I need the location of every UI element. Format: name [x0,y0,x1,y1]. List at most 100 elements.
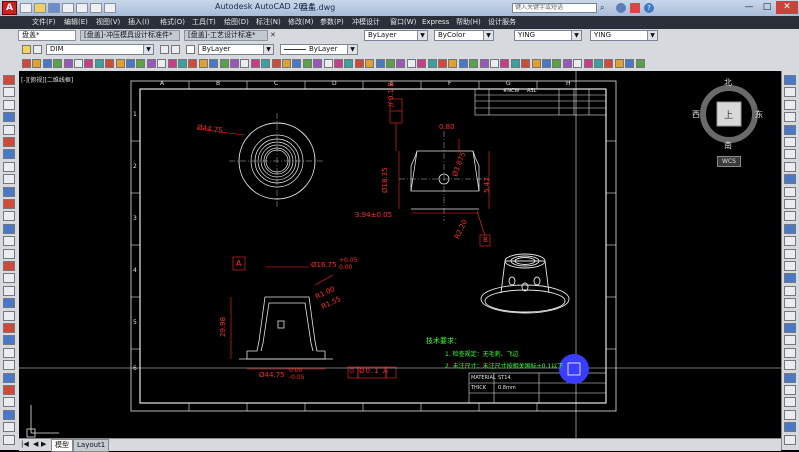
search-input[interactable]: 键入关键字或短语 [512,3,597,13]
draw-tool-icon[interactable] [3,186,15,197]
draw-tool-icon[interactable] [3,409,15,420]
tool-button-icon[interactable] [396,59,406,68]
make-current-icon[interactable] [160,45,169,54]
minimize-button[interactable]: — [740,1,758,14]
draw-tool-icon[interactable] [3,75,15,85]
menu-modify[interactable]: 修改(M) [288,17,314,28]
tool-button-icon[interactable] [573,59,583,68]
tool-button-icon[interactable] [365,59,375,68]
layer-previous-icon[interactable] [171,45,180,54]
tab-model[interactable]: 模型 [51,439,73,452]
modify-tool-icon[interactable] [784,397,796,408]
tool-button-icon[interactable] [500,59,510,68]
menu-format[interactable]: 格式(O) [160,17,185,28]
tool-button-icon[interactable] [375,59,385,68]
linetype-combo[interactable]: ByLayer ▼ [280,44,358,55]
app-logo-icon[interactable]: A [2,1,17,15]
textstyle-combo-1[interactable]: YING ▼ [514,30,582,41]
tab-close-icon[interactable]: ✕ [270,31,276,39]
tool-button-icon[interactable] [282,59,291,68]
draw-tool-icon[interactable] [3,137,15,147]
draw-tool-icon[interactable] [3,211,15,222]
modify-tool-icon[interactable] [784,112,796,123]
wcs-menu[interactable]: WCS [717,156,741,167]
draw-tool-icon[interactable] [3,161,15,172]
tool-button-icon[interactable] [635,59,645,68]
modify-tool-icon[interactable] [784,99,796,110]
draw-tool-icon[interactable] [3,174,15,185]
draw-tool-icon[interactable] [3,149,15,160]
modify-tool-icon[interactable] [784,248,796,259]
tool-button-icon[interactable] [542,59,551,68]
maximize-button[interactable]: □ [758,1,776,14]
search-icon[interactable]: ⌕ [600,3,610,13]
tool-button-icon[interactable] [344,59,354,68]
layer-state-icon[interactable] [33,45,42,54]
tool-button-icon[interactable] [292,59,302,68]
redo-icon[interactable] [104,3,116,13]
tab-drawing-1[interactable]: 盘盖* [18,30,76,41]
tool-button-icon[interactable] [53,59,63,68]
tool-button-icon[interactable] [323,59,333,68]
tool-button-icon[interactable] [531,59,541,68]
tool-button-icon[interactable] [313,59,323,68]
tool-button-icon[interactable] [167,59,177,68]
tool-button-icon[interactable] [178,59,187,68]
tool-button-icon[interactable] [271,59,281,68]
draw-tool-icon[interactable] [3,285,15,296]
new-icon[interactable] [20,3,32,13]
viewcube-west[interactable]: 西 [692,109,700,120]
modify-tool-icon[interactable] [784,298,796,309]
draw-tool-icon[interactable] [3,112,15,123]
tool-button-icon[interactable] [157,59,167,68]
tool-button-icon[interactable] [469,59,479,68]
tool-button-icon[interactable] [479,59,489,68]
draw-tool-icon[interactable] [3,434,15,445]
draw-tool-icon[interactable] [3,87,15,98]
layer-properties-icon[interactable] [22,45,31,54]
menu-express[interactable]: Express [422,17,449,28]
tool-button-icon[interactable] [230,59,239,68]
viewcube-east[interactable]: 东 [755,109,763,120]
draw-tool-icon[interactable] [3,223,15,234]
modify-tool-icon[interactable] [784,335,796,346]
draw-tool-icon[interactable] [3,199,15,209]
modify-tool-icon[interactable] [784,360,796,371]
modify-tool-icon[interactable] [784,434,796,445]
menu-file[interactable]: 文件(F) [32,17,56,28]
draw-tool-icon[interactable] [3,248,15,259]
draw-tool-icon[interactable] [3,385,15,395]
modify-tool-icon[interactable] [784,261,796,271]
modify-tool-icon[interactable] [784,149,796,160]
menu-dimension[interactable]: 标注(N) [256,17,281,28]
draw-tool-icon[interactable] [3,347,15,358]
modify-tool-icon[interactable] [784,285,796,296]
tool-button-icon[interactable] [146,59,156,68]
modify-tool-icon[interactable] [784,186,796,197]
tool-button-icon[interactable] [32,59,42,68]
tool-button-icon[interactable] [510,59,520,68]
menu-edit[interactable]: 编辑(E) [64,17,88,28]
menu-help[interactable]: 帮助(H) [456,17,481,28]
draw-tool-icon[interactable] [3,360,15,371]
draw-tool-icon[interactable] [3,372,15,383]
tool-button-icon[interactable] [521,59,531,68]
draw-tool-icon[interactable] [3,323,15,333]
modify-tool-icon[interactable] [784,236,796,247]
color-combo[interactable]: ByColor ▼ [434,30,494,41]
draw-tool-icon[interactable] [3,422,15,433]
menu-draw[interactable]: 绘图(D) [224,17,249,28]
tool-button-icon[interactable] [84,59,94,68]
textstyle-combo-2[interactable]: YING ▼ [590,30,658,41]
tool-button-icon[interactable] [302,59,312,68]
exchange-icon[interactable] [630,3,640,13]
menu-parametric[interactable]: 参数(P) [320,17,344,28]
tool-button-icon[interactable] [448,59,458,68]
tool-button-icon[interactable] [562,59,572,68]
nav-next-icon[interactable]: ▶ [41,440,46,448]
modify-tool-icon[interactable] [784,273,796,284]
tool-button-icon[interactable] [604,59,614,68]
open-icon[interactable] [34,3,46,13]
tool-button-icon[interactable] [490,59,499,68]
menu-design-service[interactable]: 设计服务 [488,17,516,28]
